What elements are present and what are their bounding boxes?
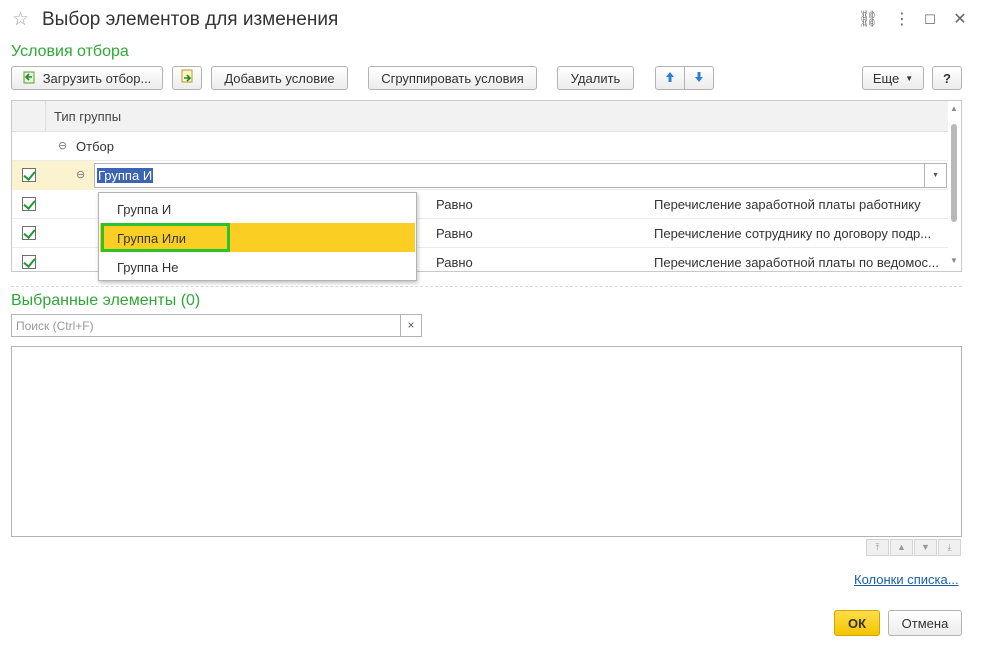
- select-dropdown-button[interactable]: ▼: [925, 163, 947, 188]
- row-checkbox[interactable]: [22, 226, 36, 240]
- dropdown-option-group-and[interactable]: Группа И: [100, 194, 415, 223]
- help-button[interactable]: ?: [932, 66, 962, 90]
- row-label: Отбор: [76, 139, 114, 154]
- row-checkbox[interactable]: [22, 168, 36, 182]
- arrow-up-icon: ▲: [897, 542, 906, 552]
- move-up-small-button[interactable]: ▲: [890, 539, 913, 556]
- maximize-icon[interactable]: ☐: [920, 10, 940, 30]
- dropdown-option-group-not[interactable]: Группа Не: [100, 252, 415, 281]
- table-header: Тип группы: [12, 101, 948, 132]
- move-up-button[interactable]: [655, 66, 685, 90]
- collapse-icon[interactable]: ⊖: [76, 169, 88, 181]
- move-top-button[interactable]: ⤒: [866, 539, 889, 556]
- group-type-select[interactable]: Группа И: [94, 163, 925, 188]
- row-value: Перечисление заработной платы по ведомос…: [654, 255, 939, 270]
- scroll-thumb[interactable]: [951, 124, 957, 222]
- load-filter-button[interactable]: Загрузить отбор...: [11, 66, 163, 90]
- chevron-down-icon: ▼: [905, 73, 914, 83]
- selection-highlight-frame: [101, 223, 230, 252]
- arrow-down-icon: ▼: [921, 542, 930, 552]
- move-bottom-icon: ⤓: [947, 542, 952, 552]
- row-checkbox[interactable]: [22, 197, 36, 211]
- favorite-star-icon[interactable]: ☆: [12, 10, 32, 30]
- load-filter-icon: [23, 70, 37, 87]
- move-top-icon: ⤒: [875, 542, 880, 552]
- table-scrollbar[interactable]: ▲ ▼: [946, 100, 962, 272]
- close-icon[interactable]: ✕: [950, 10, 970, 30]
- more-label: Еще: [872, 70, 900, 86]
- table-row[interactable]: ⊖ Отбор: [12, 132, 948, 161]
- row-value: Перечисление сотруднику по договору подр…: [654, 226, 932, 241]
- move-down-small-button[interactable]: ▼: [914, 539, 937, 556]
- list-columns-link[interactable]: Колонки списка...: [854, 572, 959, 587]
- arrow-down-icon: [694, 71, 704, 86]
- chevron-down-icon: ▼: [932, 172, 939, 179]
- row-value: Перечисление заработной платы работнику: [654, 197, 921, 212]
- row-checkbox[interactable]: [22, 255, 36, 269]
- arrow-up-icon: [665, 71, 675, 86]
- scroll-up-icon[interactable]: ▲: [950, 104, 958, 113]
- column-header-group-type[interactable]: Тип группы: [54, 109, 121, 124]
- row-condition: Равно: [436, 226, 473, 241]
- row-condition: Равно: [436, 197, 473, 212]
- table-row-editing[interactable]: ⊖ Группа И ▼: [12, 161, 948, 190]
- move-down-button[interactable]: [684, 66, 714, 90]
- clear-search-button[interactable]: ×: [400, 314, 422, 337]
- ok-button[interactable]: ОК: [834, 610, 880, 636]
- selected-section-title: Выбранные элементы (0): [11, 292, 201, 309]
- search-input[interactable]: [12, 315, 400, 336]
- cancel-button[interactable]: Отмена: [888, 610, 962, 636]
- section-divider: [11, 286, 962, 287]
- dropdown-option-group-or[interactable]: Группа Или: [100, 223, 415, 252]
- link-icon[interactable]: ⛓: [858, 10, 878, 30]
- load-filter-label: Загрузить отбор...: [42, 70, 152, 86]
- more-menu-icon[interactable]: ⋮: [892, 10, 912, 30]
- group-conditions-button[interactable]: Сгруппировать условия: [368, 66, 537, 90]
- save-filter-button[interactable]: [172, 66, 202, 90]
- header-checkbox-column: [12, 101, 46, 132]
- collapse-icon[interactable]: ⊖: [58, 140, 70, 152]
- scroll-down-icon[interactable]: ▼: [950, 256, 958, 265]
- more-button[interactable]: Еще ▼: [862, 66, 924, 90]
- row-condition: Равно: [436, 255, 473, 270]
- save-filter-icon: [180, 69, 194, 87]
- move-bottom-button[interactable]: ⤓: [938, 539, 961, 556]
- window-title: Выбор элементов для изменения: [42, 9, 339, 30]
- delete-button[interactable]: Удалить: [557, 66, 634, 90]
- selected-elements-list[interactable]: [11, 346, 962, 537]
- search-field[interactable]: [11, 314, 400, 337]
- filter-section-title: Условия отбора: [11, 43, 129, 60]
- group-type-dropdown: Группа И Группа Или Группа Не: [98, 192, 417, 281]
- group-type-select-value: Группа И: [97, 168, 154, 183]
- add-condition-button[interactable]: Добавить условие: [211, 66, 348, 90]
